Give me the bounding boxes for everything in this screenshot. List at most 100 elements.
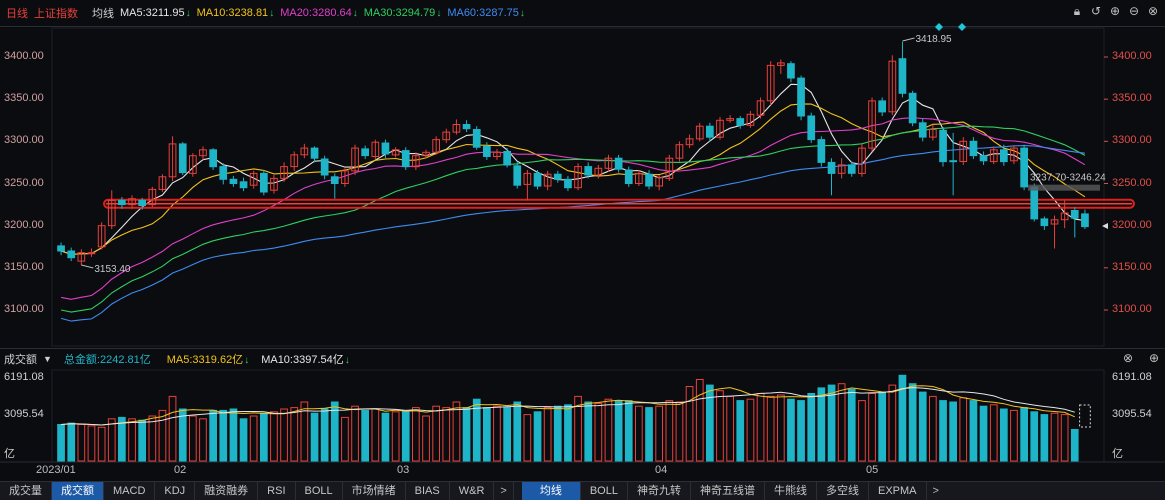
volume-bar xyxy=(381,412,390,462)
range-label: 3237.70-3246.24 xyxy=(1030,173,1106,184)
volume-bar xyxy=(209,409,218,462)
price-tick-label: 3350.00 xyxy=(1112,92,1152,105)
tab-turnover[interactable]: 成交额 xyxy=(52,482,104,500)
candle-body xyxy=(553,173,562,180)
x-label-jan: 2023/01 xyxy=(36,464,76,476)
candle-body xyxy=(178,143,187,174)
volume-bar xyxy=(594,402,603,462)
candle-body xyxy=(1081,213,1089,228)
volume-axis-max-left: 6191.08 xyxy=(4,371,44,383)
volume-bar xyxy=(199,418,207,462)
candle-body xyxy=(118,199,126,206)
candle-body xyxy=(624,169,633,184)
volume-bar xyxy=(452,401,461,462)
tabs-scroll-right-icon[interactable]: > xyxy=(494,482,514,500)
candle-body xyxy=(969,140,978,157)
volume-bar xyxy=(341,416,349,462)
tab-macd[interactable]: MACD xyxy=(104,482,156,500)
tab-volume[interactable]: 成交量 xyxy=(0,482,52,500)
x-label-mar: 03 xyxy=(397,464,410,476)
candle-body xyxy=(503,151,511,166)
volume-bar xyxy=(756,393,765,462)
volume-bar xyxy=(736,400,745,462)
volume-bar xyxy=(888,384,897,462)
volume-bar xyxy=(614,400,623,462)
signal-diamond-icon xyxy=(958,23,966,31)
tab-boll-overlay[interactable]: BOLL xyxy=(581,482,628,500)
candle-body xyxy=(401,150,410,168)
volume-bar xyxy=(138,419,147,462)
tab-five-lines[interactable]: 神奇五线谱 xyxy=(691,482,765,500)
volume-bar xyxy=(1030,411,1039,462)
volume-bar xyxy=(868,393,876,462)
price-tick-label: 3200.00 xyxy=(4,218,44,231)
volume-bar xyxy=(766,395,775,462)
tab-boll[interactable]: BOLL xyxy=(296,482,343,500)
volume-bar xyxy=(513,401,522,462)
tab-long-short[interactable]: 多空线 xyxy=(817,482,869,500)
candle-body xyxy=(67,250,76,259)
volume-bar xyxy=(371,408,380,462)
volume-bar xyxy=(1070,429,1079,462)
volume-bar xyxy=(310,412,319,462)
tab-margin[interactable]: 融资融券 xyxy=(195,482,259,500)
candle-body xyxy=(614,157,623,170)
volume-bar xyxy=(939,400,947,462)
volume-bar xyxy=(584,401,593,462)
candle-body xyxy=(939,129,947,163)
volume-bar xyxy=(929,395,937,462)
price-tick-label: 3250.00 xyxy=(1112,176,1152,189)
volume-bar xyxy=(1060,414,1069,462)
volume-bar xyxy=(97,426,106,462)
candle-body xyxy=(827,161,836,174)
tab-sentiment[interactable]: 市场情绪 xyxy=(343,482,406,500)
tabs-more-icon[interactable]: > xyxy=(927,482,945,500)
candle-body xyxy=(1020,147,1028,188)
volume-bar xyxy=(442,407,451,462)
volume-bar xyxy=(401,411,410,462)
signal-diamond-icon xyxy=(935,23,943,31)
tab-bias[interactable]: BIAS xyxy=(406,482,450,500)
volume-bar xyxy=(949,401,957,462)
candle-body xyxy=(260,172,268,193)
volume-bar xyxy=(847,388,856,462)
volume-bar xyxy=(665,400,674,462)
volume-bar xyxy=(249,415,258,462)
tab-rsi[interactable]: RSI xyxy=(258,482,296,500)
volume-bar xyxy=(878,391,886,462)
high-pointer xyxy=(902,37,915,42)
volume-bar xyxy=(533,411,542,462)
volume-cursor-box xyxy=(1079,404,1091,428)
tab-ma-overlay[interactable]: 均线 xyxy=(521,482,581,500)
candle-body xyxy=(564,178,572,189)
tab-wr[interactable]: W&R xyxy=(450,482,495,500)
candle-body xyxy=(361,148,369,157)
price-chart[interactable]: 3418.95 3153.40 3237.70-3246.24 xyxy=(0,0,1165,500)
tab-td-nine[interactable]: 神奇九转 xyxy=(628,482,691,500)
volume-bar xyxy=(918,391,927,462)
volume-bar xyxy=(797,400,805,462)
last-price-pointer-icon xyxy=(1102,223,1108,229)
volume-bar xyxy=(87,425,96,462)
indicator-tabs: 成交量 成交额 MACD KDJ 融资融券 RSI BOLL 市场情绪 BIAS… xyxy=(0,481,1165,500)
volume-axis-max-right: 6191.08 xyxy=(1112,371,1152,383)
tab-expma[interactable]: EXPMA xyxy=(869,482,927,500)
tab-bull-bear[interactable]: 牛熊线 xyxy=(765,482,817,500)
volume-bar xyxy=(189,415,197,462)
volume-bar xyxy=(716,390,724,462)
volume-bar xyxy=(989,404,998,462)
volume-bar xyxy=(148,415,157,462)
volume-bar xyxy=(1010,409,1018,462)
candle-body xyxy=(787,63,795,79)
volume-bar xyxy=(1040,414,1049,462)
volume-bar xyxy=(645,407,653,462)
volume-bar xyxy=(817,387,826,462)
candle-body xyxy=(1000,149,1008,163)
volume-bar xyxy=(543,407,552,462)
candle-body xyxy=(310,147,319,159)
high-label: 3418.95 xyxy=(915,34,952,45)
tab-kdj[interactable]: KDJ xyxy=(155,482,196,500)
candle-body xyxy=(330,176,339,185)
volume-bar xyxy=(503,407,511,462)
volume-bar xyxy=(168,395,177,462)
